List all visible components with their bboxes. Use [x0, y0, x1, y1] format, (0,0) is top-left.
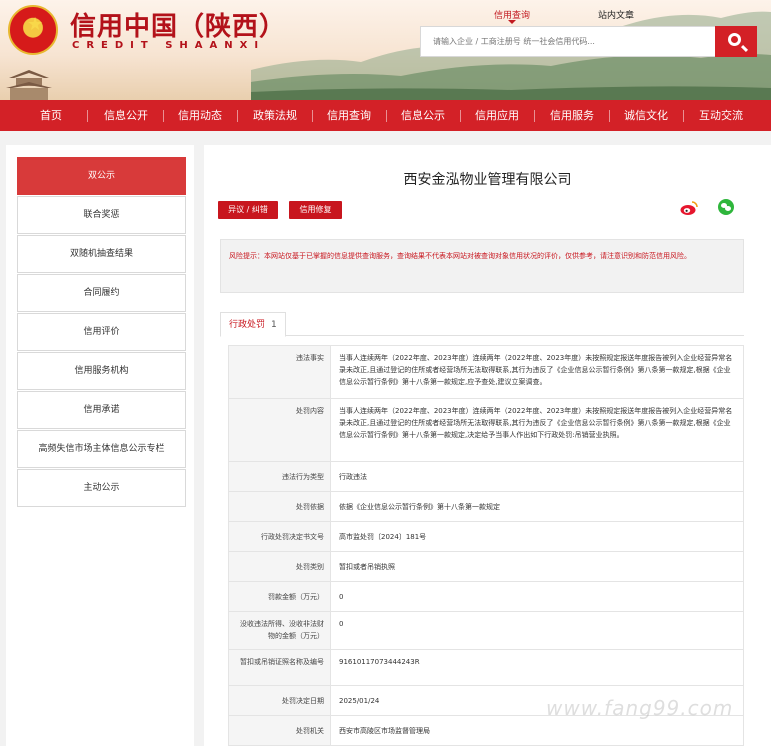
- nav-divider: [87, 110, 88, 122]
- nav-divider: [460, 110, 461, 122]
- nav-divider: [386, 110, 387, 122]
- field-label: 暂扣或吊销证照名称及编号: [229, 650, 331, 685]
- tab-site-articles[interactable]: 站内文章: [598, 8, 634, 21]
- field-value: 91610117073444243R: [339, 658, 420, 666]
- sidebar-item-service-agency[interactable]: 信用服务机构: [17, 352, 186, 390]
- nav-divider: [534, 110, 535, 122]
- nav-integrity-culture[interactable]: 诚信文化: [618, 100, 674, 131]
- nav-info-open[interactable]: 信息公开: [98, 100, 154, 131]
- field-value: 当事人连续两年（2022年度、2023年度）连续两年（2022年度、2023年度…: [339, 407, 733, 439]
- nav-divider: [163, 110, 164, 122]
- nav-credit-service[interactable]: 信用服务: [544, 100, 600, 131]
- nav-interaction[interactable]: 互动交流: [693, 100, 749, 131]
- nav-home[interactable]: 首页: [28, 100, 74, 131]
- watermark: www.fang99.com: [546, 696, 734, 720]
- sidebar-item-double-publicity[interactable]: 双公示: [17, 157, 186, 195]
- sidebar: 双公示 联合奖惩 双随机抽查结果 合同履约 信用评价 信用服务机构 信用承诺 高…: [6, 145, 194, 746]
- nav-divider: [609, 110, 610, 122]
- penalty-detail-table: 违法事实 当事人连续两年（2022年度、2023年度）连续两年（2022年度、2…: [228, 345, 744, 746]
- sidebar-item-credit-commitment[interactable]: 信用承诺: [17, 391, 186, 429]
- field-label: 处罚机关: [229, 716, 331, 745]
- field-label: 处罚决定日期: [229, 686, 331, 715]
- search-input[interactable]: [420, 26, 716, 57]
- wechat-icon[interactable]: [718, 199, 734, 215]
- sidebar-item-contract[interactable]: 合同履约: [17, 274, 186, 312]
- field-label: 违法行为类型: [229, 462, 331, 491]
- table-row: 处罚内容 当事人连续两年（2022年度、2023年度）连续两年（2022年度、2…: [228, 399, 744, 462]
- objection-button[interactable]: 异议 / 纠错: [218, 201, 278, 219]
- tab-label: 行政处罚: [229, 320, 266, 330]
- search-icon: [728, 33, 741, 46]
- table-row: 处罚类别 暂扣或者吊销执照: [228, 552, 744, 582]
- field-label: 处罚类别: [229, 552, 331, 581]
- field-value: 依据《企业信息公示暂行条例》第十八条第一款规定: [339, 503, 500, 511]
- field-value: 西安市高陵区市场监督管理局: [339, 727, 430, 735]
- sidebar-item-active-publicity[interactable]: 主动公示: [17, 469, 186, 507]
- star-icon: ★: [27, 14, 44, 35]
- nav-divider: [312, 110, 313, 122]
- company-name: 西安金泓物业管理有限公司: [403, 172, 572, 188]
- nav-info-publicity[interactable]: 信息公示: [395, 100, 451, 131]
- table-row: 暂扣或吊销证照名称及编号 91610117073444243R: [228, 650, 744, 686]
- search-button[interactable]: [715, 26, 757, 57]
- field-label: 行政处罚决定书文号: [229, 522, 331, 551]
- risk-notice: 风险提示：本网站仅基于已掌握的信息提供查询服务，查询结果不代表本网站对被查询对象…: [220, 239, 744, 293]
- nav-credit-news[interactable]: 信用动态: [172, 100, 228, 131]
- site-header: ★ 信用中国（陕西） CREDIT SHAANXI 信用查询 站内文章: [0, 0, 771, 100]
- field-label: 没收违法所得、没收非法财物的金额（万元）: [229, 612, 331, 649]
- field-value: 暂扣或者吊销执照: [339, 563, 395, 571]
- pagoda-icon: [6, 70, 52, 100]
- field-label: 违法事实: [229, 346, 331, 398]
- site-title[interactable]: 信用中国（陕西）: [70, 6, 286, 43]
- site-subtitle: CREDIT SHAANXI: [72, 40, 266, 51]
- main-panel: 西安金泓物业管理有限公司 异议 / 纠错 信用修复 风险提示：本网站仅基于已掌握…: [204, 145, 771, 746]
- field-label: 罚款金额（万元）: [229, 582, 331, 611]
- table-row: 违法事实 当事人连续两年（2022年度、2023年度）连续两年（2022年度、2…: [228, 346, 744, 399]
- main-nav: 首页 信息公开 信用动态 政策法规 信用查询 信息公示 信用应用 信用服务 诚信…: [0, 100, 771, 131]
- table-row: 行政处罚决定书文号 高市监处罚〔2024〕181号: [228, 522, 744, 552]
- nav-divider: [237, 110, 238, 122]
- nav-credit-application[interactable]: 信用应用: [469, 100, 525, 131]
- field-value: 0: [339, 593, 344, 601]
- tab-count-badge: 1: [271, 320, 277, 330]
- field-label: 处罚依据: [229, 492, 331, 521]
- table-row: 罚款金额（万元） 0: [228, 582, 744, 612]
- sidebar-item-dishonest-entities[interactable]: 高频失信市场主体信息公示专栏: [17, 430, 186, 468]
- nav-policy[interactable]: 政策法规: [247, 100, 303, 131]
- weibo-icon[interactable]: [680, 200, 698, 216]
- table-row: 处罚机关 西安市高陵区市场监督管理局: [228, 716, 744, 746]
- field-value: 当事人连续两年（2022年度、2023年度）连续两年（2022年度、2023年度…: [339, 354, 733, 386]
- sidebar-item-credit-evaluation[interactable]: 信用评价: [17, 313, 186, 351]
- nav-divider: [683, 110, 684, 122]
- nav-credit-query[interactable]: 信用查询: [321, 100, 377, 131]
- credit-repair-button[interactable]: 信用修复: [289, 201, 342, 219]
- record-tabs: 行政处罚 1: [220, 312, 744, 337]
- table-row: 没收违法所得、没收非法财物的金额（万元） 0: [228, 612, 744, 650]
- field-value: 0: [339, 620, 344, 628]
- sidebar-item-random-check[interactable]: 双随机抽查结果: [17, 235, 186, 273]
- sidebar-item-joint-reward[interactable]: 联合奖惩: [17, 196, 186, 234]
- field-value: 行政违法: [339, 473, 367, 481]
- table-row: 处罚依据 依据《企业信息公示暂行条例》第十八条第一款规定: [228, 492, 744, 522]
- field-label: 处罚内容: [229, 399, 331, 461]
- tab-administrative-penalty[interactable]: 行政处罚 1: [220, 312, 286, 337]
- table-row: 违法行为类型 行政违法: [228, 462, 744, 492]
- field-value: 高市监处罚〔2024〕181号: [339, 533, 427, 541]
- tab-credit-search[interactable]: 信用查询: [494, 8, 530, 24]
